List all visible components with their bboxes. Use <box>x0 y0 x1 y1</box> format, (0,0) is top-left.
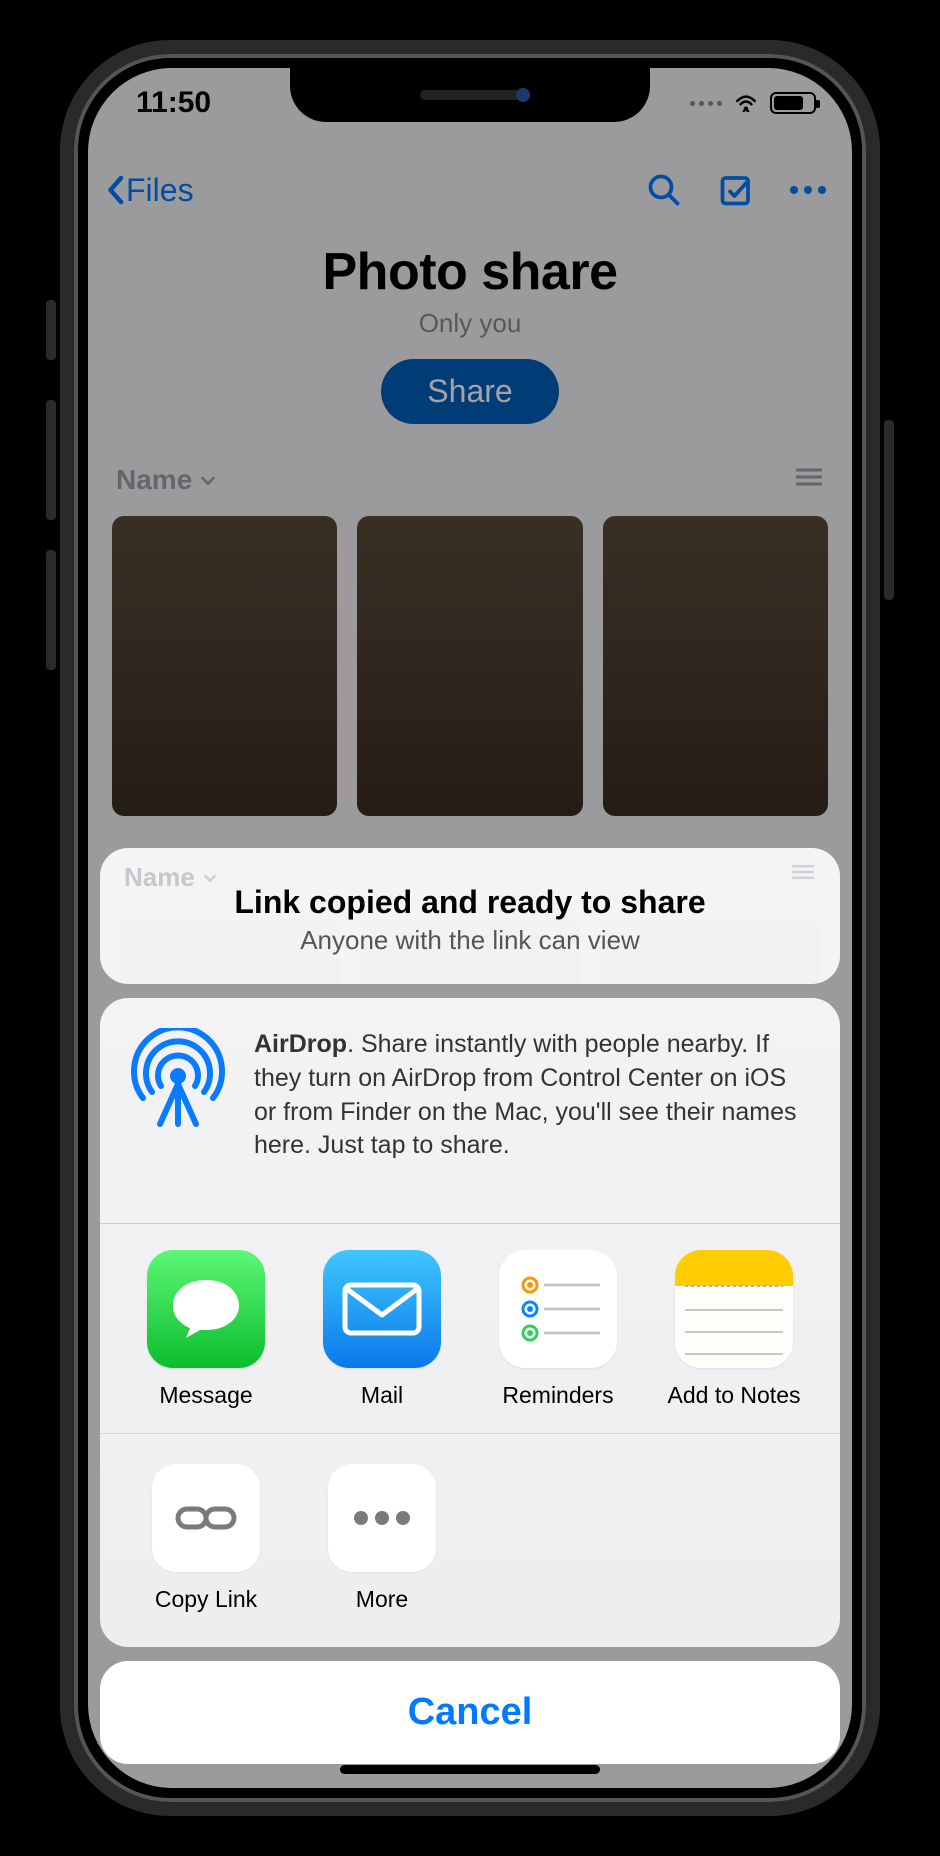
share-app-mail[interactable]: Mail <box>294 1250 470 1409</box>
share-app-notes[interactable]: Add to Notes <box>646 1250 822 1409</box>
share-action-copy-link[interactable]: Copy Link <box>118 1464 294 1613</box>
volume-up-button <box>46 400 56 520</box>
app-label: Reminders <box>502 1382 613 1409</box>
volume-down-button <box>46 550 56 670</box>
more-icon <box>328 1464 436 1572</box>
mute-switch <box>46 300 56 360</box>
share-action-more[interactable]: More <box>294 1464 470 1613</box>
cancel-button[interactable]: Cancel <box>100 1661 840 1764</box>
airdrop-section[interactable]: AirDrop. Share instantly with people nea… <box>100 998 840 1223</box>
power-button <box>884 420 894 600</box>
share-app-reminders[interactable]: Reminders <box>470 1250 646 1409</box>
airdrop-description: AirDrop. Share instantly with people nea… <box>254 1028 812 1163</box>
share-status-subtitle: Anyone with the link can view <box>130 925 810 956</box>
list-icon <box>790 862 816 882</box>
device-notch <box>290 68 650 122</box>
reminders-icon <box>499 1250 617 1368</box>
app-label: Mail <box>361 1382 403 1409</box>
home-indicator[interactable] <box>340 1765 600 1774</box>
link-icon <box>152 1464 260 1572</box>
app-label: Add to Notes <box>668 1382 801 1409</box>
notes-icon <box>675 1250 793 1368</box>
share-header-card: Name Link copied and ready to share Anyo… <box>100 848 840 984</box>
share-sheet: Name Link copied and ready to share Anyo… <box>100 848 840 1764</box>
mail-icon <box>323 1250 441 1368</box>
app-label: Message <box>159 1382 252 1409</box>
airdrop-icon <box>128 1028 228 1128</box>
messages-icon <box>147 1250 265 1368</box>
action-label: More <box>356 1586 408 1613</box>
share-app-message[interactable]: Message <box>118 1250 294 1409</box>
action-label: Copy Link <box>155 1586 257 1613</box>
